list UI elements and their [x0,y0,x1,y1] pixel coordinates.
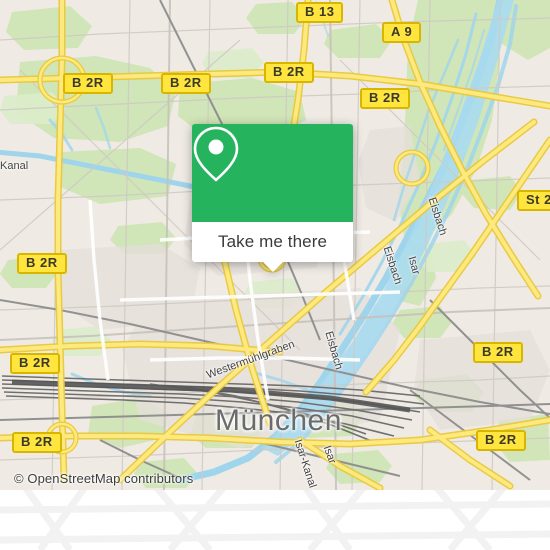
take-me-there-popup[interactable]: Take me there [192,124,353,272]
footer-watermark [0,490,550,550]
road-shield: B 2R [476,430,526,451]
road-shield: B 2R [161,73,211,94]
city-label: München [215,404,342,437]
road-shield: B 2R [12,432,62,453]
road-shield: B 2R [63,73,113,94]
road-shield: A 9 [382,22,422,43]
popup-icon-area [192,124,353,222]
road-shield: B 2R [264,62,314,83]
road-shield: St 20 [517,190,550,211]
road-shield: B 2R [10,353,60,374]
road-shield: B 13 [296,2,344,23]
take-me-there-label: Take me there [217,232,328,251]
road-shield: B 2R [360,88,410,109]
map-canvas[interactable]: B 13 A 9 B 2R B 2R B 2R B 2R St 20 B 2R … [0,0,550,490]
moovit-map-screenshot: B 13 A 9 B 2R B 2R B 2R B 2R St 20 B 2R … [0,0,550,550]
road-shield: B 2R [17,253,67,274]
footer-bar: Maria Clemens Nowak Heilpraktikerin, Mun… [0,490,550,550]
osm-attribution: © OpenStreetMap contributors [14,471,194,486]
road-shield: B 2R [473,342,523,363]
water-label: Kanal [0,160,29,172]
take-me-there-button[interactable]: Take me there [192,222,353,262]
popup-pointer [262,262,283,272]
